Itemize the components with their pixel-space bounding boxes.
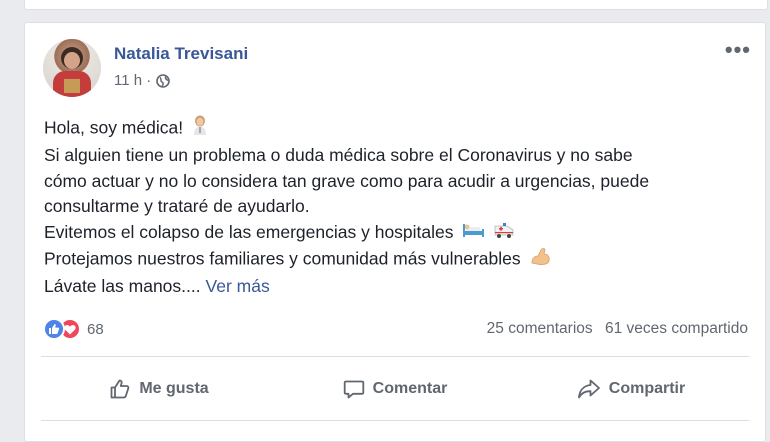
post-line-text: Lávate las manos.... xyxy=(44,276,201,297)
like-button[interactable]: Me gusta xyxy=(41,369,277,409)
comment-button[interactable]: Comentar xyxy=(277,369,513,409)
post-line-text: Hola, soy médica! xyxy=(44,117,184,138)
shares-count-link[interactable]: 61 veces compartido xyxy=(605,320,748,337)
post-line: Protejamos nuestros familiares y comunid… xyxy=(44,246,764,274)
comment-button-label: Comentar xyxy=(372,380,448,397)
post-stats: 25 comentarios 61 veces compartido xyxy=(487,320,748,338)
avatar[interactable] xyxy=(43,39,101,97)
reaction-count: 68 xyxy=(87,320,104,338)
share-button-label: Compartir xyxy=(608,380,686,397)
post-line: Evitemos el colapso de las emergencias y… xyxy=(44,220,764,246)
previous-post-card xyxy=(24,0,768,10)
post-line: Lávate las manos.... Ver más xyxy=(44,274,764,300)
like-button-label: Me gusta xyxy=(139,380,209,397)
reactions-summary[interactable]: 68 xyxy=(43,318,104,340)
thumbs-up-icon xyxy=(109,378,131,400)
comment-icon xyxy=(343,378,365,400)
hospital-bed-emoji-icon xyxy=(462,221,485,247)
divider xyxy=(41,420,749,421)
see-more-link[interactable]: Ver más xyxy=(206,276,270,296)
flexed-biceps-emoji-icon xyxy=(529,246,551,274)
post-time[interactable]: 11 h · xyxy=(114,72,151,89)
divider xyxy=(41,356,749,357)
post-line-text: Protejamos nuestros familiares y comunid… xyxy=(44,248,521,269)
more-options-icon[interactable]: ••• xyxy=(725,39,751,61)
post-line: Hola, soy médica! xyxy=(44,115,764,143)
globe-icon xyxy=(156,73,171,88)
post-card: Natalia Trevisani 11 h · ••• Hola, soy m… xyxy=(24,22,766,442)
post-text: Hola, soy médica! Si alguien tiene un pr… xyxy=(44,115,764,300)
post-meta: 11 h · xyxy=(114,72,171,89)
ambulance-emoji-icon xyxy=(493,221,515,247)
action-bar: Me gusta Comentar Compartir xyxy=(41,369,749,409)
post-line-text: Evitemos el colapso de las emergencias y… xyxy=(44,222,454,243)
post-line: cómo actuar y no lo considera tan grave … xyxy=(44,170,650,191)
share-icon xyxy=(577,378,601,400)
post-line: consultarme y trataré de ayudarlo. xyxy=(44,196,310,217)
comments-count-link[interactable]: 25 comentarios xyxy=(487,320,593,337)
like-reaction-icon xyxy=(43,318,65,340)
post-line: Si alguien tiene un problema o duda médi… xyxy=(44,144,633,165)
doctor-emoji-icon xyxy=(192,115,208,143)
author-name[interactable]: Natalia Trevisani xyxy=(114,44,248,64)
share-button[interactable]: Compartir xyxy=(513,369,749,409)
